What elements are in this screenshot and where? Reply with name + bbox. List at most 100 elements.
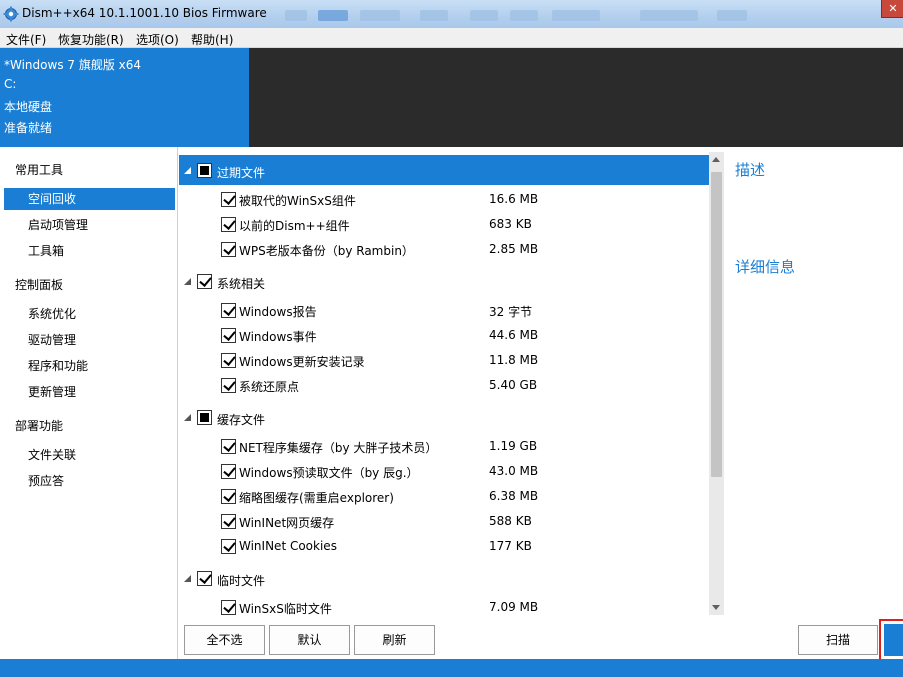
item-size: 44.6 MB (489, 328, 539, 342)
list-item[interactable]: WinINet网页缓存 588 KB (179, 509, 709, 534)
sidebar: 常用工具 空间回收 启动项管理 工具箱 控制面板 系统优化 驱动管理 程序和功能… (0, 147, 178, 659)
background-tab-ghost (420, 10, 448, 21)
title-bar[interactable]: Dism++x64 10.1.1001.10 Bios Firmware ✕ (0, 0, 903, 28)
item-size: 43.0 MB (489, 464, 539, 478)
list-item[interactable]: Windows更新安装记录 11.8 MB (179, 348, 709, 373)
refresh-button[interactable]: 刷新 (354, 625, 435, 655)
group-label: 系统相关 (217, 277, 266, 291)
item-size: 683 KB (489, 217, 532, 231)
item-label: 被取代的WinSxS组件 (239, 194, 356, 208)
list-item[interactable]: Windows报告 32 字节 (179, 298, 709, 323)
collapse-arrow-icon[interactable] (184, 414, 191, 421)
item-size: 32 字节 (489, 305, 533, 319)
menu-help[interactable]: 帮助(H) (191, 31, 233, 48)
background-tab-ghost (318, 10, 348, 21)
list-item[interactable]: Windows事件 44.6 MB (179, 323, 709, 348)
group-checkbox[interactable] (197, 274, 212, 289)
scroll-up-arrow-icon[interactable] (712, 157, 720, 162)
item-size: 11.8 MB (489, 353, 539, 367)
item-size: 177 KB (489, 539, 532, 553)
list-item[interactable]: WinINet Cookies 177 KB (179, 534, 709, 559)
sidebar-section-common-tools: 常用工具 (15, 163, 64, 177)
group-row-system[interactable]: 系统相关 (179, 266, 709, 296)
scan-button[interactable]: 扫描 (798, 625, 878, 655)
app-window: Dism++x64 10.1.1001.10 Bios Firmware ✕ 文… (0, 0, 903, 677)
menu-bar: 文件(F) 恢复功能(R) 选项(O) 帮助(H) (0, 28, 903, 48)
item-label: Windows报告 (239, 305, 317, 319)
item-label: 缩略图缓存(需重启explorer) (239, 491, 394, 505)
list-item[interactable]: 系统还原点 5.40 GB (179, 373, 709, 398)
clean-button-highlighted[interactable] (879, 619, 903, 661)
system-info-panel[interactable]: *Windows 7 旗舰版 x64 C: 本地硬盘 准备就绪 (0, 48, 249, 147)
item-checkbox[interactable] (221, 242, 236, 257)
default-button[interactable]: 默认 (269, 625, 350, 655)
item-checkbox[interactable] (221, 353, 236, 368)
sidebar-item-drivers[interactable]: 驱动管理 (4, 329, 175, 351)
sidebar-item-toolbox[interactable]: 工具箱 (4, 240, 175, 262)
item-checkbox[interactable] (221, 217, 236, 232)
item-checkbox[interactable] (221, 378, 236, 393)
collapse-arrow-icon[interactable] (184, 575, 191, 582)
sidebar-item-answer-file[interactable]: 预应答 (4, 470, 175, 492)
menu-restore[interactable]: 恢复功能(R) (58, 31, 124, 48)
details-heading: 详细信息 (735, 258, 796, 276)
list-scrollbar[interactable] (709, 152, 724, 615)
item-checkbox[interactable] (221, 600, 236, 615)
item-checkbox[interactable] (221, 514, 236, 529)
item-label: WinINet Cookies (239, 539, 337, 553)
gear-icon (3, 6, 19, 22)
background-tab-ghost (717, 10, 747, 21)
menu-file[interactable]: 文件(F) (6, 31, 46, 48)
group-row-temp[interactable]: 临时文件 (179, 563, 709, 593)
sidebar-item-startup[interactable]: 启动项管理 (4, 214, 175, 236)
sidebar-item-programs[interactable]: 程序和功能 (4, 355, 175, 377)
list-item[interactable]: Windows预读取文件（by 辰g.） 43.0 MB (179, 459, 709, 484)
group-checkbox[interactable] (197, 571, 212, 586)
collapse-arrow-icon[interactable] (184, 167, 191, 174)
group-row-expired-files[interactable]: 过期文件 (179, 155, 709, 185)
list-item[interactable]: WPS老版本备份（by Rambin） 2.85 MB (179, 237, 709, 262)
clean-button-fill[interactable] (884, 624, 903, 656)
sidebar-section-control-panel: 控制面板 (15, 278, 64, 292)
status-bar (0, 659, 903, 677)
detail-panel: 描述 详细信息 (724, 152, 903, 615)
item-checkbox[interactable] (221, 328, 236, 343)
item-label: Windows更新安装记录 (239, 355, 365, 369)
item-size: 588 KB (489, 514, 532, 528)
list-item[interactable]: 被取代的WinSxS组件 16.6 MB (179, 187, 709, 212)
sidebar-item-system-optimize[interactable]: 系统优化 (4, 303, 175, 325)
item-size: 1.19 GB (489, 439, 538, 453)
collapse-arrow-icon[interactable] (184, 278, 191, 285)
list-item[interactable]: 以前的Dism++组件 683 KB (179, 212, 709, 237)
background-tab-ghost (470, 10, 498, 21)
item-size: 7.09 MB (489, 600, 539, 614)
deselect-all-button[interactable]: 全不选 (184, 625, 265, 655)
close-button[interactable]: ✕ (881, 0, 903, 18)
item-checkbox[interactable] (221, 192, 236, 207)
list-item[interactable]: NET程序集缓存（by 大胖子技术员） 1.19 GB (179, 434, 709, 459)
item-checkbox[interactable] (221, 439, 236, 454)
item-label: 系统还原点 (239, 380, 300, 394)
group-checkbox[interactable] (197, 410, 212, 425)
scrollbar-thumb[interactable] (711, 172, 722, 477)
list-item[interactable]: WinSxS临时文件 7.09 MB (179, 595, 709, 615)
item-checkbox[interactable] (221, 464, 236, 479)
list-item[interactable]: 缩略图缓存(需重启explorer) 6.38 MB (179, 484, 709, 509)
session-strip (249, 48, 903, 147)
group-checkbox[interactable] (197, 163, 212, 178)
sidebar-item-space-recovery[interactable]: 空间回收 (4, 188, 175, 210)
item-label: WPS老版本备份（by Rambin） (239, 244, 414, 258)
sidebar-item-file-association[interactable]: 文件关联 (4, 444, 175, 466)
sidebar-item-updates[interactable]: 更新管理 (4, 381, 175, 403)
scroll-down-arrow-icon[interactable] (712, 605, 720, 610)
disk-type: 本地硬盘 (4, 100, 53, 114)
item-checkbox[interactable] (221, 489, 236, 504)
background-tab-ghost (640, 10, 698, 21)
item-size: 2.85 MB (489, 242, 539, 256)
background-tab-ghost (360, 10, 400, 21)
group-row-cache[interactable]: 缓存文件 (179, 402, 709, 432)
group-label: 临时文件 (217, 574, 266, 588)
menu-options[interactable]: 选项(O) (136, 31, 179, 48)
item-checkbox[interactable] (221, 303, 236, 318)
item-checkbox[interactable] (221, 539, 236, 554)
